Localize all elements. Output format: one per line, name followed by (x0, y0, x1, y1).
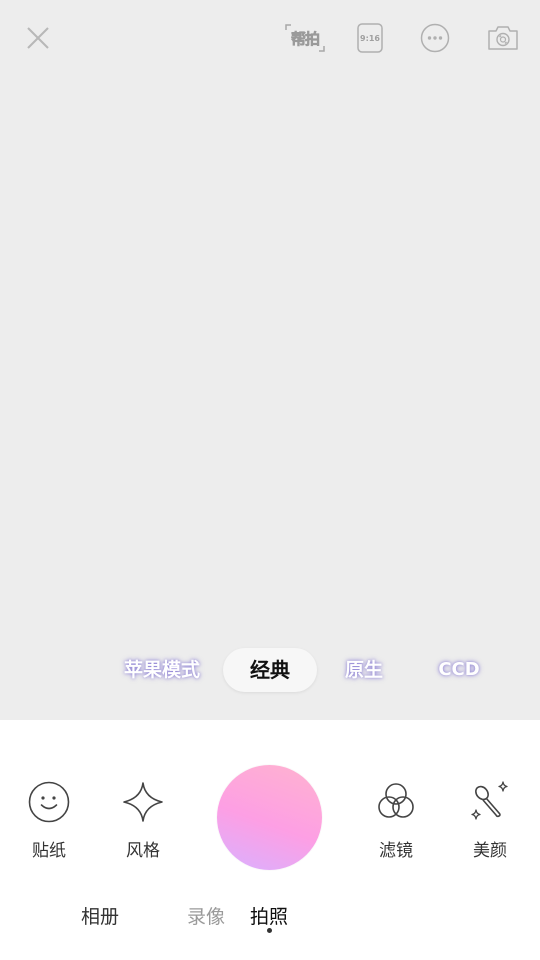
mode-apple[interactable]: 苹果模式 (122, 648, 202, 692)
nav-album[interactable]: 相册 (81, 902, 119, 929)
help-shoot-button[interactable]: 帮拍 (283, 18, 327, 58)
sticker-button[interactable]: 贴纸 (14, 780, 84, 861)
style-button[interactable]: 风格 (108, 780, 178, 861)
nav-video[interactable]: 录像 (187, 902, 225, 929)
sparkle-icon (121, 780, 165, 824)
mode-ccd[interactable]: CCD (435, 648, 483, 692)
style-label: 风格 (126, 841, 160, 861)
mode-classic[interactable]: 经典 (223, 648, 317, 692)
magic-wand-icon (468, 780, 512, 824)
mode-selector: 苹果模式 经典 原生 CCD (0, 648, 540, 694)
smile-icon (27, 780, 71, 824)
filter-label: 滤镜 (379, 841, 413, 861)
camera-viewfinder[interactable]: 帮拍 9:16 苹果模式 经典 原生 CCD (0, 0, 540, 720)
mode-native[interactable]: 原生 (340, 648, 388, 692)
close-icon (27, 27, 49, 49)
more-button[interactable] (415, 18, 455, 58)
beauty-label: 美颜 (473, 841, 507, 861)
help-shoot-label: 帮拍 (291, 30, 321, 49)
sticker-label: 贴纸 (32, 841, 66, 861)
aspect-ratio-label: 9:16 (360, 33, 380, 43)
nav-selected-indicator (267, 928, 272, 933)
more-icon (420, 23, 450, 53)
beauty-button[interactable]: 美颜 (455, 780, 525, 861)
aspect-ratio-button[interactable]: 9:16 (350, 18, 390, 58)
camera-screen: 帮拍 9:16 苹果模式 经典 原生 CCD 贴纸 风格 滤镜 美颜 相册 录像… (0, 0, 540, 960)
filter-circles-icon (374, 780, 418, 824)
shutter-button[interactable] (217, 765, 322, 870)
switch-camera-button[interactable] (483, 18, 523, 58)
nav-photo[interactable]: 拍照 (250, 902, 288, 929)
filter-button[interactable]: 滤镜 (361, 780, 431, 861)
bottom-panel: 贴纸 风格 滤镜 美颜 相册 录像 拍照 (0, 720, 540, 960)
switch-camera-icon (488, 26, 518, 50)
close-button[interactable] (18, 18, 58, 58)
